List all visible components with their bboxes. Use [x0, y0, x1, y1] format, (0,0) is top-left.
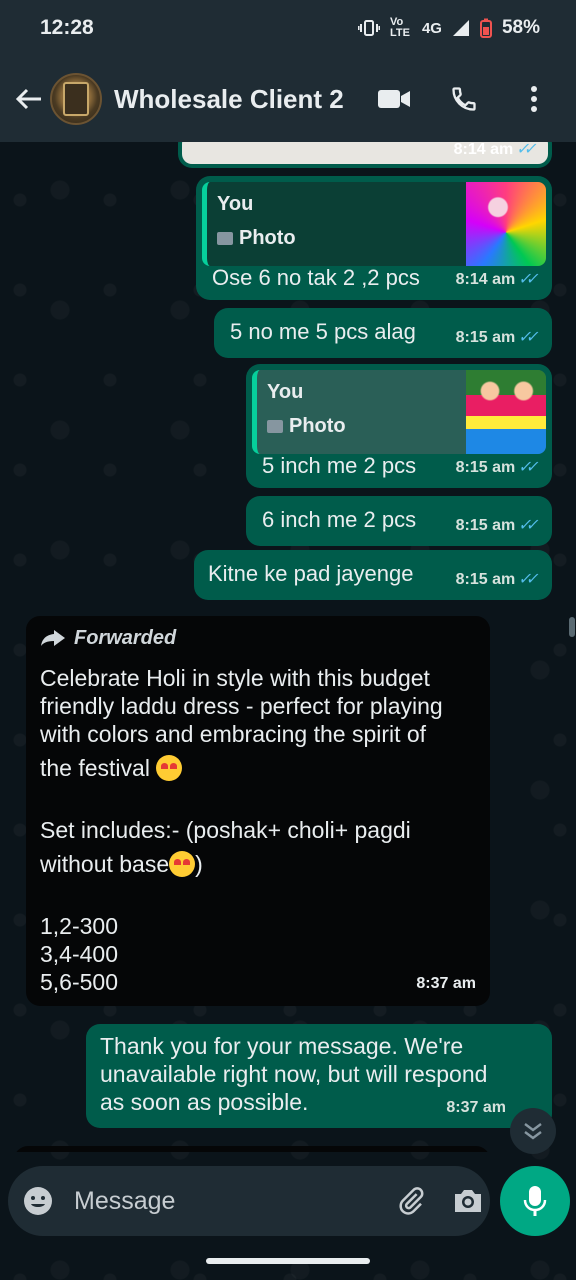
attach-icon [399, 1187, 424, 1215]
message-input[interactable] [74, 1186, 396, 1216]
signal-icon [452, 19, 470, 37]
emoji-button[interactable] [22, 1185, 54, 1217]
read-ticks-icon: ✓✓ [517, 329, 536, 346]
message-line: unavailable right now, but will respond [100, 1061, 488, 1087]
message-time: 8:15 am [455, 517, 516, 534]
double-chevron-down-icon [524, 1123, 542, 1140]
message-meta: 8:15 am ✓✓ [456, 454, 540, 482]
status-indicators: Vo LTE 4G 58% [357, 16, 540, 39]
network-type: 4G [421, 19, 442, 37]
message-time: 8:15 am [455, 571, 516, 588]
message-list[interactable]: 8:14 am ✓✓ You Photo Ose 6 no tak 2 ,2 p… [0, 142, 576, 1152]
quoted-message[interactable]: You Photo [252, 370, 546, 454]
message-time: 8:37 am [416, 975, 476, 992]
message-line: without base [40, 851, 170, 877]
back-button[interactable] [12, 79, 46, 119]
attach-button[interactable] [396, 1186, 426, 1216]
read-ticks-icon: ✓✓ [517, 571, 536, 588]
read-ticks-icon: ✓✓ [517, 271, 536, 288]
emoji-icon [24, 1187, 52, 1215]
photo-icon [217, 231, 233, 245]
message-bubble-reply[interactable]: You Photo Ose 6 no tak 2 ,2 pcs 8:14 am … [196, 176, 552, 300]
scroll-to-bottom-button[interactable] [510, 1108, 556, 1154]
quoted-photo-thumbnail [466, 370, 546, 454]
camera-icon [455, 1190, 481, 1212]
message-text: 5 inch me 2 pcs [262, 453, 417, 478]
message-bubble-partial[interactable] [14, 1146, 490, 1152]
message-meta: 8:37 am [446, 1094, 506, 1122]
message-time: 8:15 am [455, 329, 516, 346]
header-actions [374, 79, 554, 119]
forwarded-label: Forwarded [40, 624, 476, 652]
avatar-image [63, 82, 89, 116]
video-call-button[interactable] [374, 79, 414, 119]
forwarded-icon [41, 630, 65, 646]
photo-icon [267, 419, 283, 433]
message-line: Set includes:- (poshak+ choli+ pagdi [40, 817, 411, 843]
message-line: 3,4-400 [40, 941, 119, 967]
quoted-author: You [267, 381, 304, 403]
message-meta: 8:15 am ✓✓ [456, 566, 540, 594]
more-options-button[interactable] [514, 79, 554, 119]
message-line: Celebrate Holi in style with this budget [40, 665, 430, 691]
message-bubble[interactable]: Kitne ke pad jayenge 8:15 am ✓✓ [194, 550, 552, 600]
status-time: 12:28 [40, 16, 94, 39]
quoted-kind: Photo [267, 412, 346, 440]
battery-level: 58% [501, 17, 540, 38]
microphone-icon [523, 1186, 547, 1216]
message-time: 8:37 am [446, 1099, 506, 1116]
message-bubble-image[interactable]: 8:14 am ✓✓ [178, 142, 552, 168]
message-bubble-reply[interactable]: You Photo 5 inch me 2 pcs 8:15 am ✓✓ [246, 364, 552, 488]
gesture-nav-handle[interactable] [206, 1258, 370, 1264]
camera-button[interactable] [452, 1187, 484, 1215]
smiling-hearts-emoji-icon [169, 851, 196, 877]
voice-call-icon [452, 87, 476, 111]
voice-call-button[interactable] [444, 79, 484, 119]
message-line: Thank you for your message. We're [100, 1033, 464, 1059]
message-meta: 8:15 am ✓✓ [456, 512, 540, 540]
vibrate-icon [357, 19, 380, 37]
message-text: Ose 6 no tak 2 ,2 pcs [212, 265, 420, 290]
message-text-block: Celebrate Holi in style with this budget… [40, 664, 476, 996]
volte-indicator: Vo LTE [389, 16, 410, 39]
battery-icon [479, 18, 492, 38]
message-text: 5 no me 5 pcs alag [230, 319, 416, 344]
message-bubble[interactable]: 5 no me 5 pcs alag 8:15 am ✓✓ [214, 308, 552, 358]
quoted-author: You [217, 193, 254, 215]
read-ticks-icon: ✓✓ [517, 517, 536, 534]
message-line: 5,6-500 [40, 969, 119, 995]
quoted-message[interactable]: You Photo [202, 182, 546, 266]
message-meta: 8:37 am [416, 970, 476, 998]
status-bar: 12:28 Vo LTE 4G 58% [0, 0, 576, 56]
message-time: 8:15 am [455, 459, 516, 476]
message-line: friendly laddu dress - perfect for playi… [40, 693, 443, 719]
message-text: 6 inch me 2 pcs [262, 507, 417, 532]
message-bubble[interactable]: 6 inch me 2 pcs 8:15 am ✓✓ [246, 496, 552, 546]
message-text: Kitne ke pad jayenge [208, 561, 414, 586]
heart-eyes-emoji-icon [156, 755, 183, 781]
back-arrow-icon [15, 88, 41, 110]
message-bubble[interactable]: Thank you for your message. We're unavai… [86, 1024, 552, 1128]
message-composer [8, 1166, 490, 1236]
quoted-photo-thumbnail [466, 182, 546, 266]
message-line: the festival [40, 755, 150, 781]
message-bubble-forwarded[interactable]: Forwarded Celebrate Holi in style with t… [26, 616, 490, 1006]
message-line: 1,2-300 [40, 913, 119, 939]
contact-avatar[interactable] [50, 73, 102, 125]
quoted-kind: Photo [217, 224, 296, 252]
chat-header: Wholesale Client 2 [0, 56, 576, 142]
more-options-icon [531, 86, 537, 112]
voice-message-button[interactable] [500, 1166, 570, 1236]
read-ticks-icon: ✓✓ [517, 459, 536, 476]
message-time: 8:14 am [453, 142, 514, 158]
message-meta: 8:15 am ✓✓ [456, 324, 540, 352]
video-call-icon [378, 90, 410, 108]
message-line: with colors and embracing the spirit of [40, 721, 427, 747]
contact-name[interactable]: Wholesale Client 2 [114, 84, 374, 115]
scrollbar-thumb[interactable] [569, 617, 575, 637]
message-meta: 8:14 am ✓✓ [454, 142, 538, 164]
message-time: 8:14 am [455, 271, 516, 288]
read-ticks-icon: ✓✓ [515, 142, 534, 158]
message-meta: 8:14 am ✓✓ [456, 266, 540, 294]
